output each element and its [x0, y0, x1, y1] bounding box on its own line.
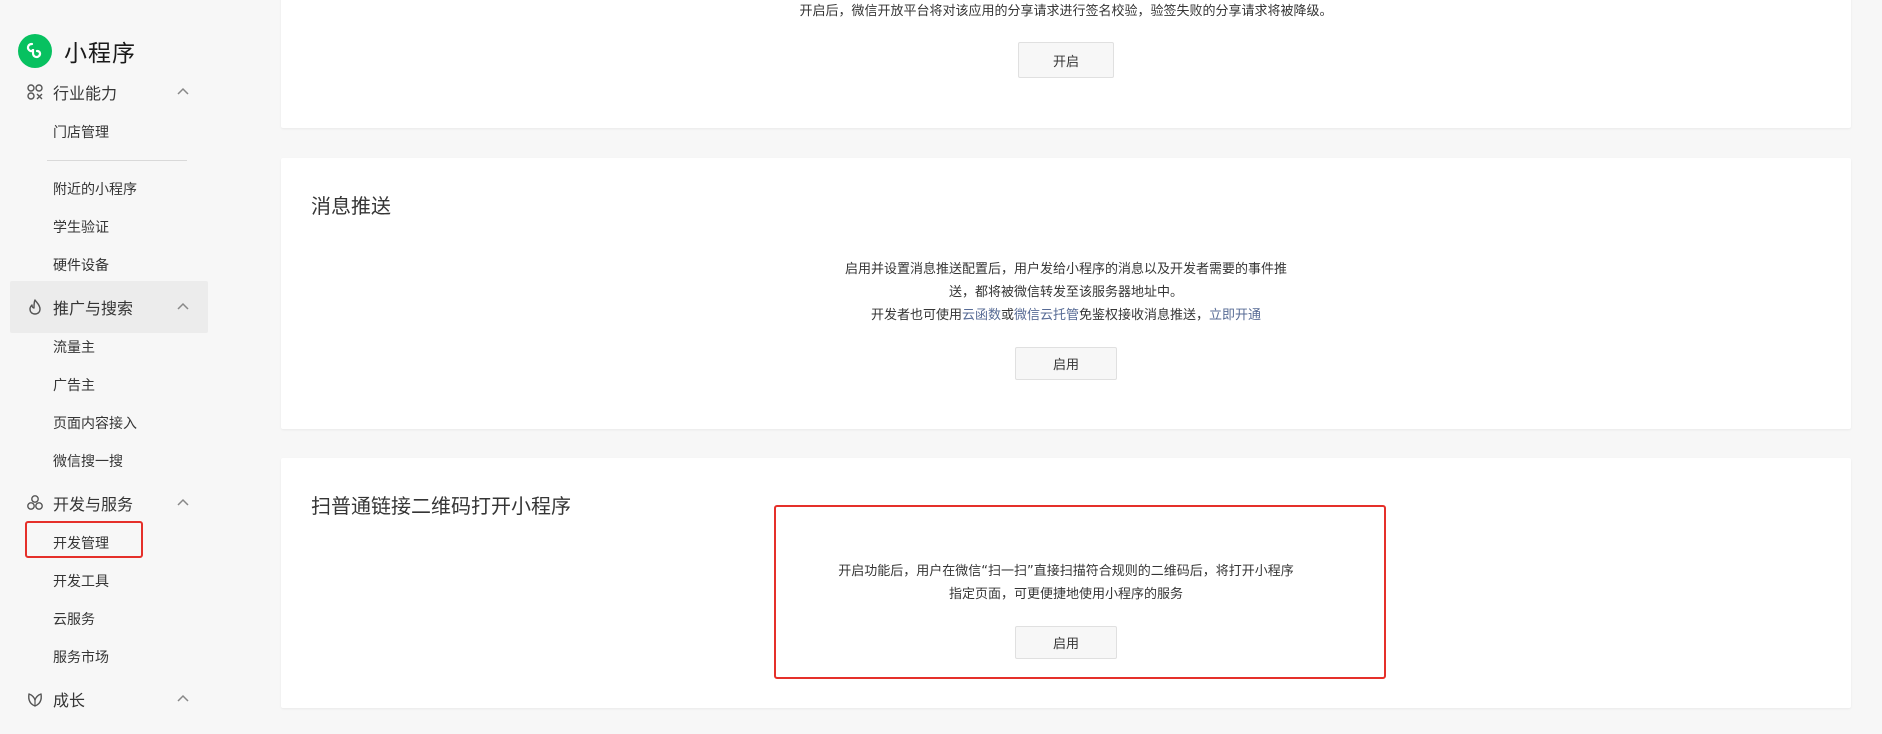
sidebar-item-store-management[interactable]: 门店管理 — [53, 123, 109, 143]
sidebar-item-wechat-search[interactable]: 微信搜一搜 — [53, 452, 123, 472]
card-share-signature: 开启后，微信开放平台将对该应用的分享请求进行签名校验，验签失败的分享请求将被降级… — [281, 0, 1851, 128]
sidebar-item-nearby-miniprogram[interactable]: 附近的小程序 — [53, 180, 137, 200]
nav-group-industry[interactable]: 行业能力 — [10, 66, 208, 118]
sidebar-item-traffic-owner[interactable]: 流量主 — [53, 338, 95, 358]
desc-text: 开发者也可使用 — [870, 308, 962, 323]
app-name: 小程序 — [64, 41, 136, 67]
desc-text: 或 — [1000, 308, 1014, 323]
nav-group-label: 行业能力 — [53, 84, 118, 103]
chevron-up-icon[interactable] — [176, 86, 190, 96]
enable-message-push-button[interactable]: 启用 — [1015, 347, 1117, 380]
app-logo[interactable]: 小程序 — [18, 34, 136, 68]
dev-services-icon — [27, 495, 43, 510]
sidebar-item-page-content-access[interactable]: 页面内容接入 — [53, 414, 137, 434]
message-push-title: 消息推送 — [311, 194, 391, 218]
signature-description: 开启后，微信开放平台将对该应用的分享请求进行签名校验，验签失败的分享请求将被降级… — [799, 4, 1333, 19]
message-push-description: 启用并设置消息推送配置后，用户发给小程序的消息以及开发者需要的事件推 送，都将被… — [281, 258, 1851, 327]
chevron-up-icon[interactable] — [176, 301, 190, 311]
nav-group-promotion[interactable]: 推广与搜索 — [10, 281, 208, 333]
nav-group-label: 成长 — [53, 691, 86, 710]
cloud-function-link[interactable]: 云函数 — [962, 308, 1001, 323]
sidebar-item-student-verification[interactable]: 学生验证 — [53, 218, 109, 238]
nav-group-label: 开发与服务 — [53, 495, 134, 514]
desc-text: 免鉴权接收消息推送， — [1079, 308, 1210, 323]
qr-scan-title: 扫普通链接二维码打开小程序 — [311, 494, 571, 518]
sidebar-item-service-market[interactable]: 服务市场 — [53, 648, 109, 668]
desc-line: 启用并设置消息推送配置后，用户发给小程序的消息以及开发者需要的事件推 — [844, 262, 1287, 277]
sidebar-item-cloud-service[interactable]: 云服务 — [53, 610, 95, 630]
chevron-up-icon[interactable] — [176, 497, 190, 507]
sidebar-item-hardware-devices[interactable]: 硬件设备 — [53, 256, 109, 276]
nav-group-growth[interactable]: 成长 — [10, 673, 208, 725]
card-message-push: 消息推送 启用并设置消息推送配置后，用户发给小程序的消息以及开发者需要的事件推 … — [281, 158, 1851, 429]
promotion-icon — [29, 299, 41, 315]
sidebar-divider — [47, 160, 187, 161]
desc-line: 送，都将被微信转发至该服务器地址中。 — [948, 285, 1183, 300]
enable-now-link[interactable]: 立即开通 — [1209, 308, 1261, 323]
growth-icon — [28, 693, 42, 707]
industry-icon — [27, 84, 43, 100]
sidebar-item-advertiser[interactable]: 广告主 — [53, 376, 95, 396]
chevron-up-icon[interactable] — [176, 693, 190, 703]
sidebar-item-highlight — [25, 521, 143, 558]
nav-group-label: 推广与搜索 — [53, 299, 134, 318]
desc-line: 开发者也可使用云函数或微信云托管免鉴权接收消息推送，立即开通 — [281, 304, 1851, 327]
wechat-cloud-hosting-link[interactable]: 微信云托管 — [1014, 308, 1079, 323]
miniprogram-logo-icon — [18, 34, 52, 68]
sidebar: 小程序 行业能力 门店管理 附近的小程序 学生验证 硬件设备 推广与搜索 流量主… — [0, 0, 220, 734]
enable-signature-button[interactable]: 开启 — [1018, 42, 1114, 78]
qr-scan-highlight — [774, 505, 1386, 679]
sidebar-item-dev-tools[interactable]: 开发工具 — [53, 572, 109, 592]
